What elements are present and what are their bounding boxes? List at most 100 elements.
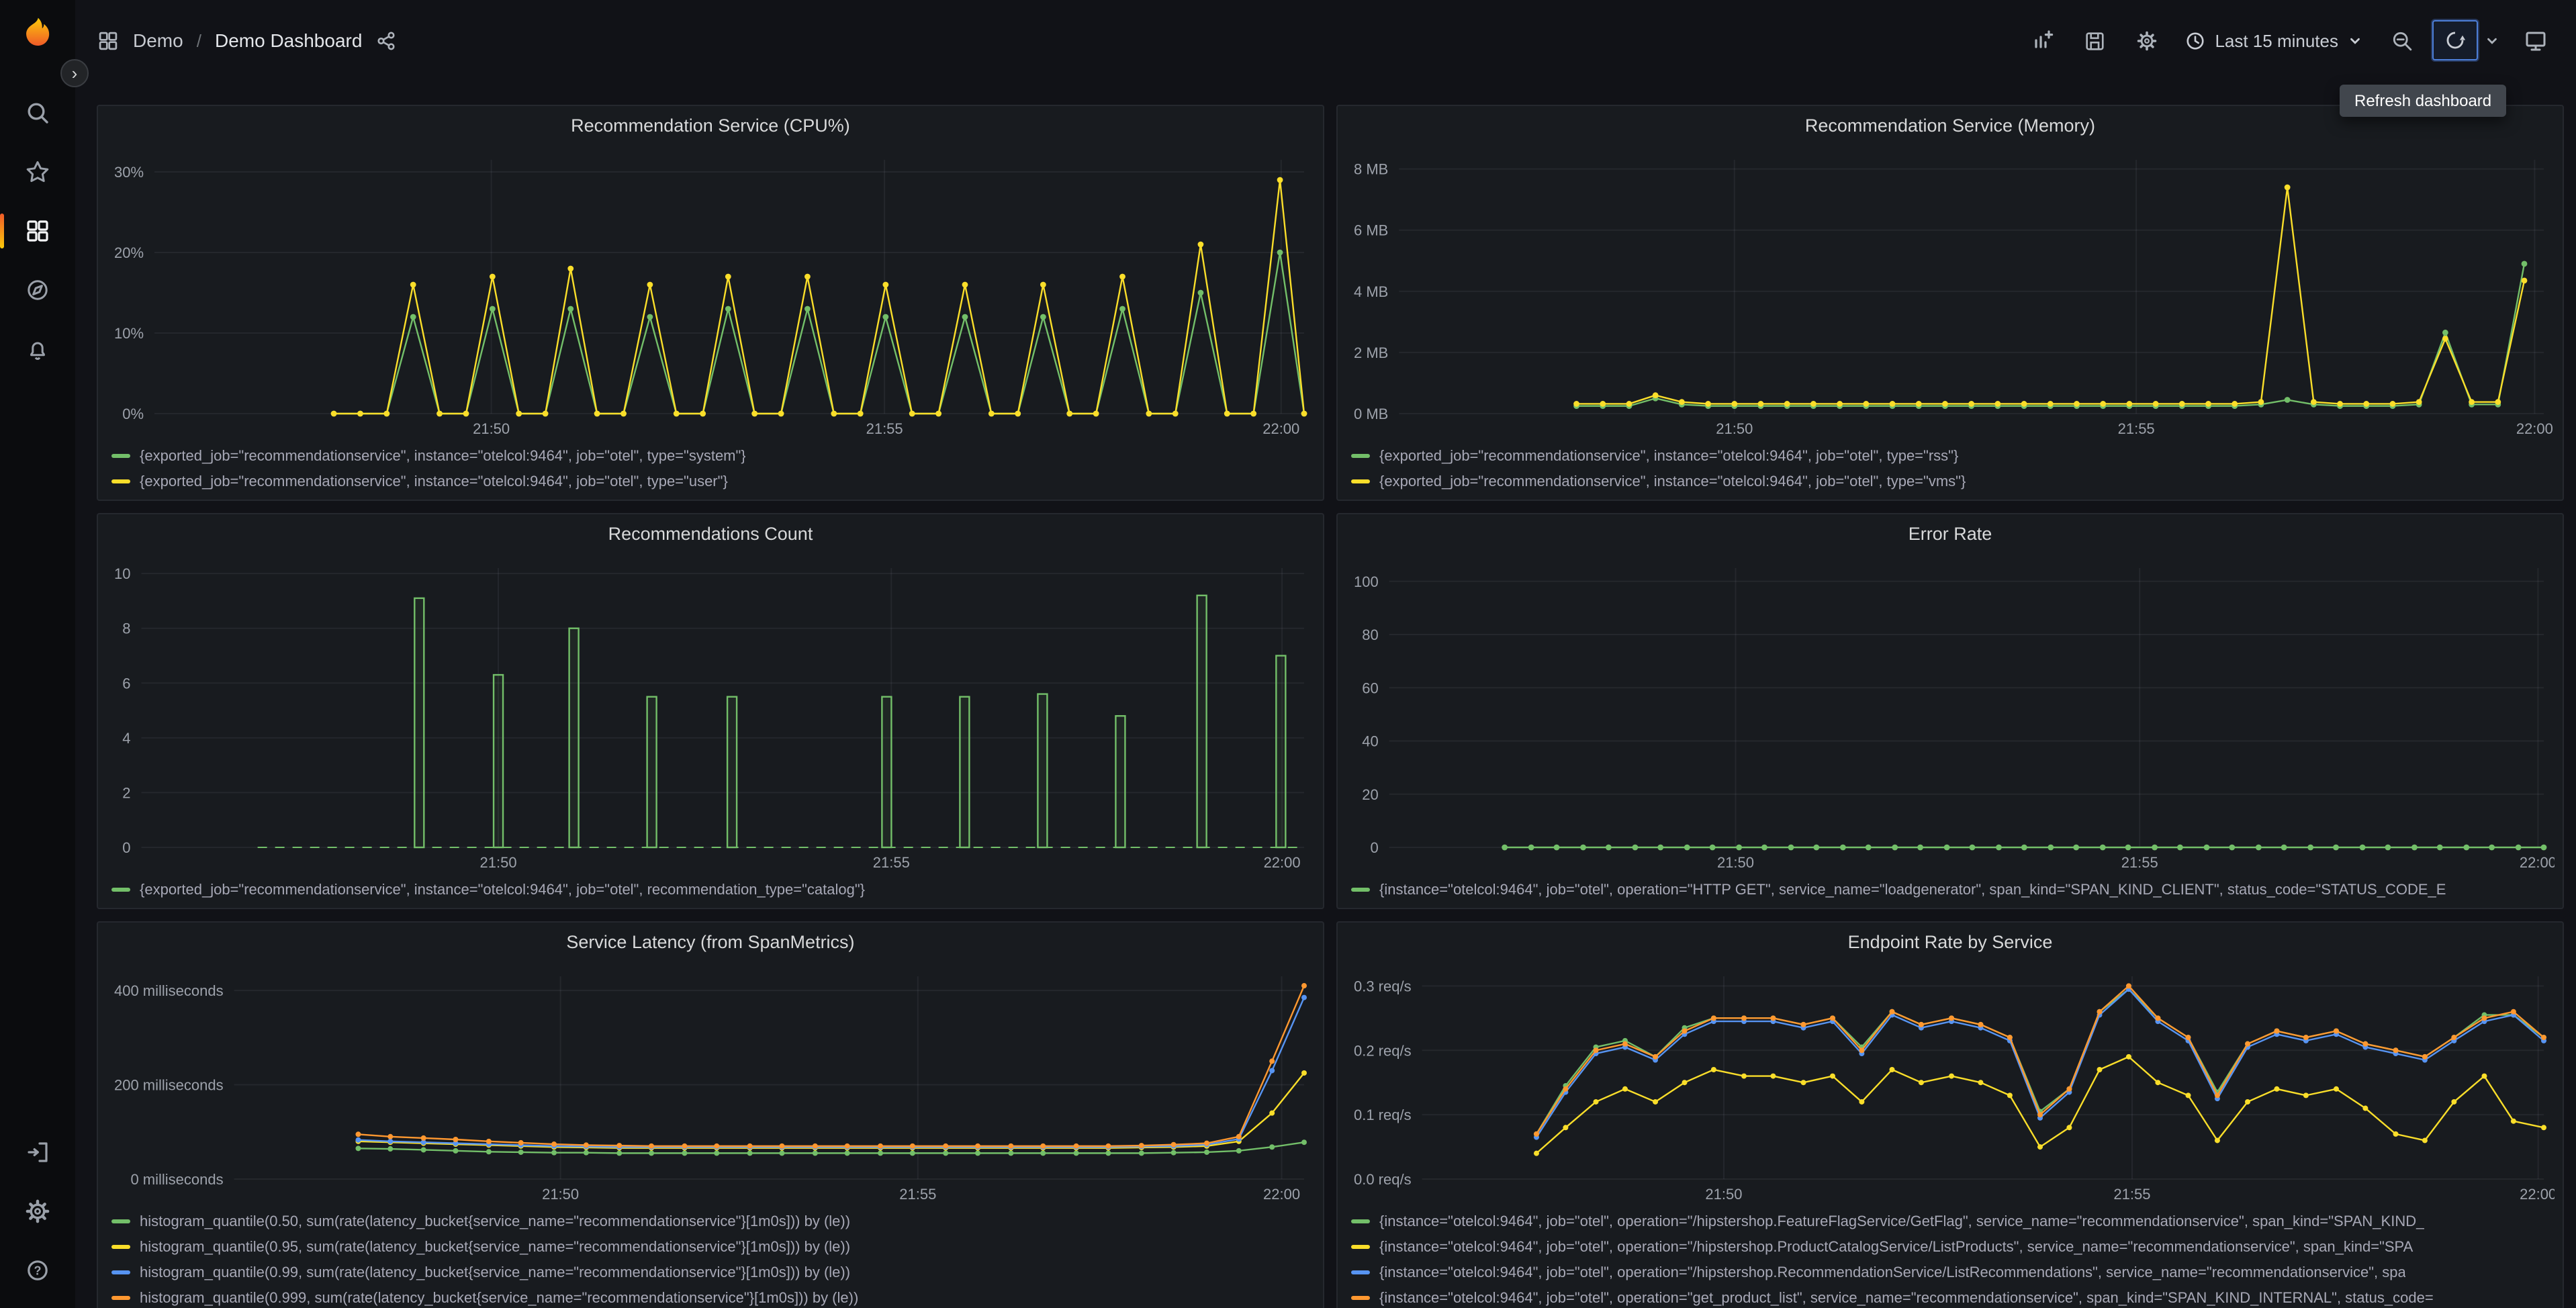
legend-item[interactable]: histogram_quantile(0.999, sum(rate(laten… <box>111 1285 1309 1308</box>
zoom-out-button[interactable] <box>2380 20 2423 60</box>
svg-text:0.3 req/s: 0.3 req/s <box>1354 978 1412 994</box>
share-icon[interactable] <box>375 30 396 50</box>
breadcrumb-app[interactable]: Demo <box>133 30 183 51</box>
legend-label[interactable]: histogram_quantile(0.999, sum(rate(laten… <box>140 1290 858 1306</box>
legend-label[interactable]: {exported_job="recommendationservice", i… <box>1379 448 1958 464</box>
legend-label[interactable]: {exported_job="recommendationservice", i… <box>140 882 865 898</box>
sidebar-item-explore[interactable] <box>0 261 75 320</box>
sidebar-bottom: ? <box>0 1123 75 1300</box>
dashboard-grid: Recommendation Service (CPU%) 0% 10% 20% 30… <box>75 81 2576 1308</box>
panel-title[interactable]: Recommendation Service (CPU%) <box>98 106 1323 146</box>
sidebar-item-alerting[interactable] <box>0 320 75 379</box>
svg-text:60: 60 <box>1362 680 1378 696</box>
latency-chart[interactable]: 0 milliseconds 200 milliseconds 400 millis… <box>106 963 1315 1206</box>
endpoint-rate-chart[interactable]: 0.0 req/s 0.1 req/s 0.2 req/s 0.3 req/s 21:5… <box>1346 963 2557 1206</box>
svg-text:10: 10 <box>114 565 130 582</box>
svg-text:80: 80 <box>1362 626 1378 643</box>
add-panel-button[interactable] <box>2020 20 2063 60</box>
kiosk-mode-button[interactable] <box>2514 20 2557 60</box>
cpu-chart[interactable]: 0% 10% 20% 30% 21:50 21:55 22:00 <box>106 146 1315 440</box>
bell-icon <box>30 342 45 360</box>
svg-text:2 MB: 2 MB <box>1354 344 1388 361</box>
chart-canvas: 0 MB 2 MB 4 MB 6 MB 8 MB 21:50 21:55 22:00 <box>1354 160 2553 437</box>
refresh-interval-caret[interactable] <box>2478 20 2505 60</box>
svg-text:22:00: 22:00 <box>2520 854 2555 871</box>
panel-title[interactable]: Error Rate <box>1338 514 2563 555</box>
legend-item[interactable]: {exported_job="recommendationservice", i… <box>111 443 1309 469</box>
chart-canvas: 0.0 req/s 0.1 req/s 0.2 req/s 0.3 req/s 21:5… <box>1354 976 2557 1203</box>
sidebar-expand-toggle[interactable]: › <box>60 59 89 87</box>
legend-color-mark <box>1351 1296 1370 1300</box>
grafana-logo[interactable] <box>19 13 56 51</box>
memory-legend: {exported_job="recommendationservice", i… <box>1338 440 2563 500</box>
legend-item[interactable]: histogram_quantile(0.95, sum(rate(latenc… <box>111 1234 1309 1260</box>
svg-text:0.2 req/s: 0.2 req/s <box>1354 1042 1412 1059</box>
legend-item[interactable]: {instance="otelcol:9464", job="otel", op… <box>1351 1260 2549 1285</box>
legend-item[interactable]: {instance="otelcol:9464", job="otel", op… <box>1351 1285 2549 1308</box>
time-range-picker[interactable]: Last 15 minutes <box>2177 20 2371 60</box>
memory-chart[interactable]: 0 MB 2 MB 4 MB 6 MB 8 MB 21:50 21:55 22:00 <box>1346 146 2555 440</box>
legend-label[interactable]: histogram_quantile(0.99, sum(rate(latenc… <box>140 1264 850 1280</box>
legend-label[interactable]: histogram_quantile(0.50, sum(rate(latenc… <box>140 1213 850 1229</box>
panel-title[interactable]: Endpoint Rate by Service <box>1338 923 2563 963</box>
legend-label[interactable]: {instance="otelcol:9464", job="otel", op… <box>1379 882 2446 898</box>
sidebar-item-help[interactable]: ? <box>0 1241 75 1300</box>
svg-text:40: 40 <box>1362 733 1378 750</box>
save-dashboard-button[interactable] <box>2072 20 2115 60</box>
legend-item[interactable]: histogram_quantile(0.50, sum(rate(latenc… <box>111 1209 1309 1234</box>
star-icon <box>26 161 49 183</box>
legend-label[interactable]: {instance="otelcol:9464", job="otel", op… <box>1379 1213 2424 1229</box>
svg-text:22:00: 22:00 <box>2520 1186 2555 1203</box>
breadcrumb-separator: / <box>196 30 201 50</box>
legend-item[interactable]: {exported_job="recommendationservice", i… <box>1351 469 2549 494</box>
legend-label[interactable]: histogram_quantile(0.95, sum(rate(latenc… <box>140 1239 850 1255</box>
svg-text:0: 0 <box>122 839 130 856</box>
svg-text:200 milliseconds: 200 milliseconds <box>114 1077 224 1094</box>
svg-text:400 milliseconds: 400 milliseconds <box>114 982 224 999</box>
sidebar-item-dashboards[interactable] <box>0 201 75 261</box>
breadcrumb-page[interactable]: Demo Dashboard <box>215 30 362 51</box>
sidebar-item-starred[interactable] <box>0 142 75 201</box>
caret-down-icon <box>2487 37 2496 44</box>
time-range-label: Last 15 minutes <box>2215 30 2338 50</box>
svg-text:10%: 10% <box>114 325 144 342</box>
grafana-app: ? › Demo / Demo Dashboard Last 15 minute… <box>0 0 2576 1308</box>
legend-item[interactable]: {instance="otelcol:9464", job="otel", op… <box>1351 1209 2549 1234</box>
sidebar-item-sign-in[interactable] <box>0 1123 75 1182</box>
apps-grid-icon[interactable] <box>97 29 120 52</box>
panel-title[interactable]: Recommendations Count <box>98 514 1323 555</box>
refresh-tooltip: Refresh dashboard <box>2340 85 2507 117</box>
clock-icon <box>2187 32 2204 49</box>
count-chart[interactable]: 0 2 4 6 8 10 21:50 21:55 22:00 <box>106 555 1315 874</box>
dashboard-settings-button[interactable] <box>2125 20 2168 60</box>
svg-text:?: ? <box>34 1264 42 1277</box>
gear-icon <box>2137 30 2156 50</box>
legend-item[interactable]: {exported_job="recommendationservice", i… <box>111 877 1309 902</box>
legend-label[interactable]: {instance="otelcol:9464", job="otel", op… <box>1379 1290 2434 1306</box>
svg-text:8 MB: 8 MB <box>1354 161 1388 178</box>
svg-text:20: 20 <box>1362 786 1378 803</box>
svg-text:0.0 req/s: 0.0 req/s <box>1354 1171 1412 1188</box>
svg-text:21:55: 21:55 <box>873 854 910 871</box>
legend-label[interactable]: {exported_job="recommendationservice", i… <box>1379 473 1966 489</box>
legend-label[interactable]: {exported_job="recommendationservice", i… <box>140 448 746 464</box>
error-rate-chart[interactable]: 0 20 40 60 80 100 21:50 21:55 22:00 <box>1346 555 2557 874</box>
legend-label[interactable]: {instance="otelcol:9464", job="otel", op… <box>1379 1264 2406 1280</box>
panel-service-latency: Service Latency (from SpanMetrics) 0 mil… <box>97 921 1324 1308</box>
legend-label[interactable]: {exported_job="recommendationservice", i… <box>140 473 728 489</box>
monitor-icon <box>2526 32 2546 51</box>
sidebar-item-configuration[interactable] <box>0 1182 75 1241</box>
legend-item[interactable]: {exported_job="recommendationservice", i… <box>111 469 1309 494</box>
legend-item[interactable]: histogram_quantile(0.99, sum(rate(latenc… <box>111 1260 1309 1285</box>
panel-title[interactable]: Service Latency (from SpanMetrics) <box>98 923 1323 963</box>
sidebar-nav <box>0 83 75 379</box>
legend-item[interactable]: {instance="otelcol:9464", job="otel", op… <box>1351 877 2549 902</box>
legend-item[interactable]: {instance="otelcol:9464", job="otel", op… <box>1351 1234 2549 1260</box>
legend-item[interactable]: {exported_job="recommendationservice", i… <box>1351 443 2549 469</box>
sidebar-item-search[interactable] <box>0 83 75 142</box>
chart-canvas: 0 20 40 60 80 100 21:50 21:55 22:00 <box>1354 568 2557 871</box>
legend-label[interactable]: {instance="otelcol:9464", job="otel", op… <box>1379 1239 2413 1255</box>
count-legend: {exported_job="recommendationservice", i… <box>98 874 1323 908</box>
refresh-button[interactable] <box>2432 20 2478 60</box>
compass-icon <box>28 280 48 300</box>
